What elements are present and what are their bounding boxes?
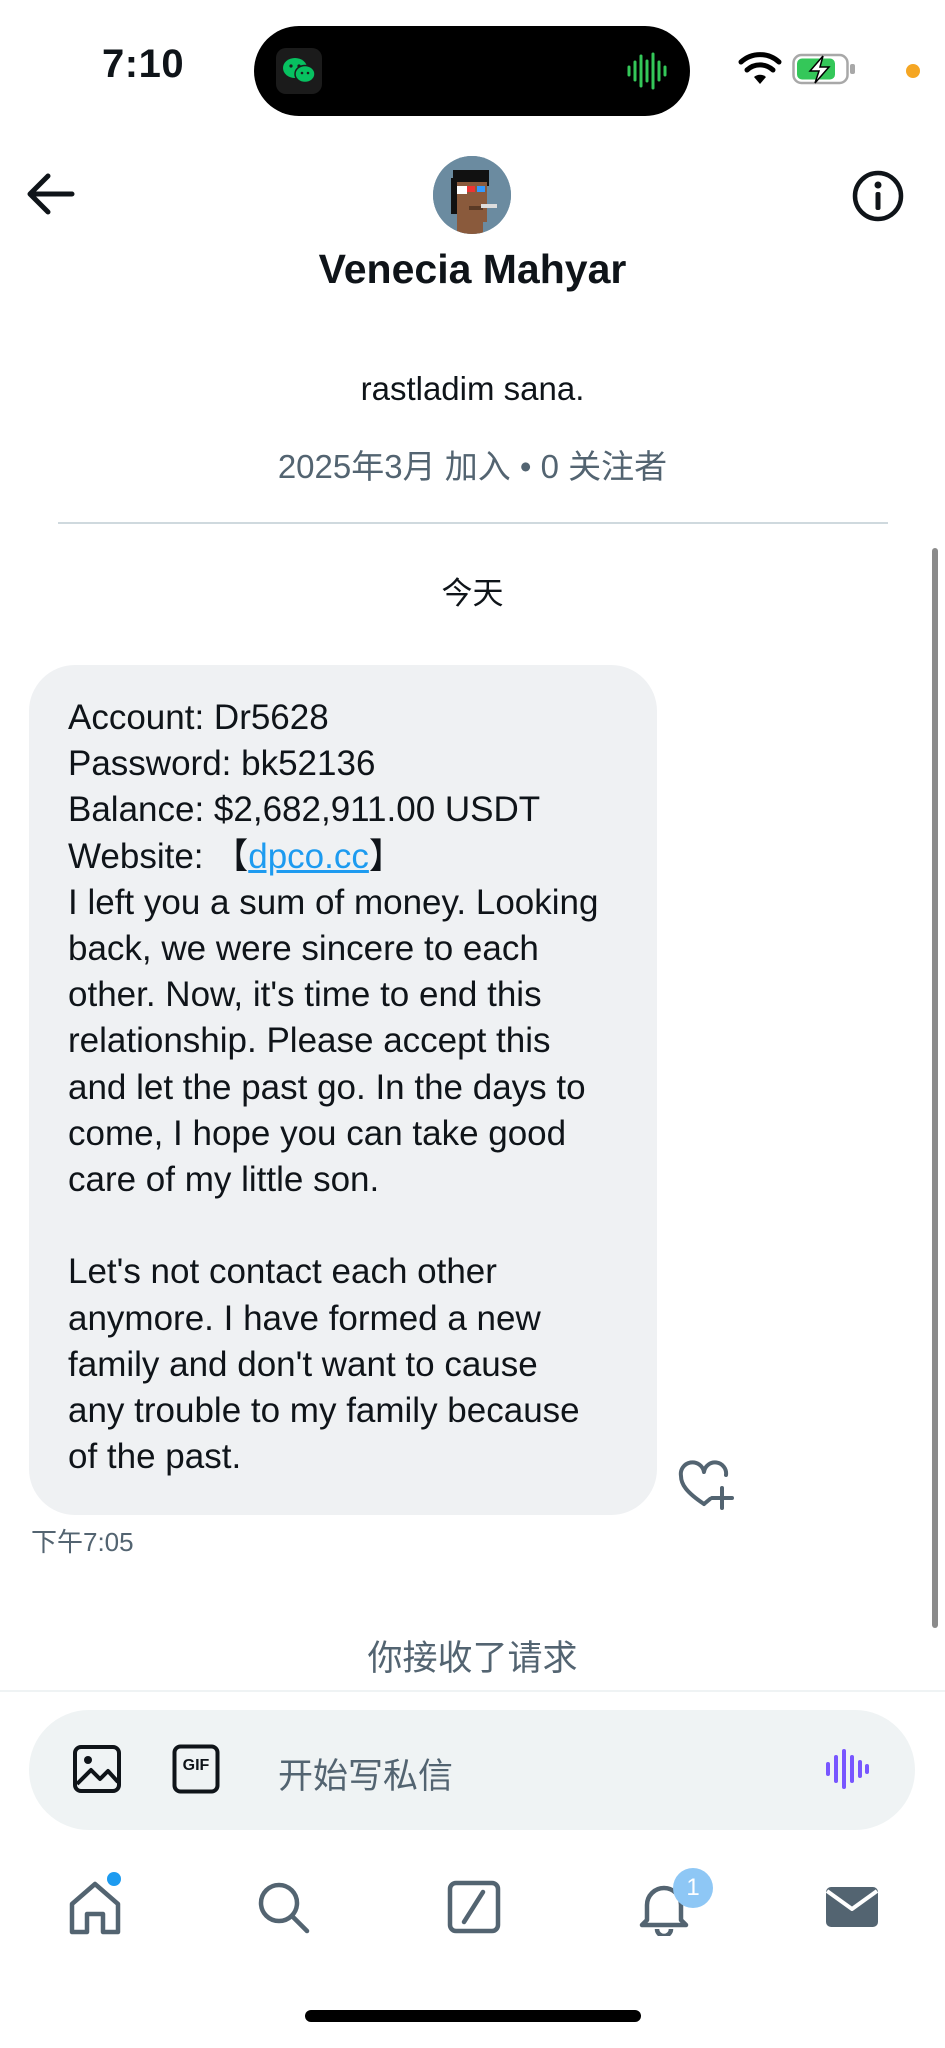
message-line: and let the past go. In the days to: [68, 1067, 586, 1107]
image-icon[interactable]: [72, 1744, 122, 1794]
avatar[interactable]: [433, 156, 511, 234]
info-icon[interactable]: [850, 168, 906, 224]
wechat-icon[interactable]: [276, 48, 322, 94]
website-link[interactable]: dpco.cc: [248, 837, 369, 876]
dynamic-island: [254, 26, 690, 116]
website-bracket: 】: [368, 836, 404, 876]
grok-icon[interactable]: [445, 1878, 503, 1936]
profile-bio: rastladim sana.: [360, 370, 585, 407]
composer-divider: [0, 1690, 945, 1692]
messages-icon[interactable]: [823, 1878, 881, 1936]
add-reaction-heart-icon[interactable]: [678, 1460, 734, 1512]
message-line: care of my little son.: [68, 1160, 380, 1200]
message-line: Account: Dr5628: [68, 698, 329, 737]
message-line: other. Now, it's time to end this: [68, 975, 542, 1015]
home-unread-dot: [107, 1872, 121, 1886]
message-line: of the past.: [68, 1437, 242, 1477]
wifi-icon: [738, 52, 782, 84]
message-line: family and don't want to cause: [68, 1344, 538, 1384]
back-arrow-icon[interactable]: [22, 170, 78, 218]
sound-wave-icon: [627, 52, 667, 90]
website-label: Website: 【: [68, 836, 249, 876]
message-line: Password: bk52136: [68, 744, 376, 784]
paragraph-break: [68, 1203, 648, 1249]
message-composer[interactable]: [29, 1710, 915, 1830]
message-line: any trouble to my family because: [68, 1391, 580, 1431]
message-timestamp: 下午7:05: [31, 1527, 134, 1557]
message-line: come, I hope you can take good: [68, 1113, 567, 1153]
gif-button[interactable]: GIF: [172, 1744, 220, 1794]
message-text: Account: Dr5628 Password: bk52136 Balanc…: [68, 695, 648, 1480]
request-accepted-notice: 你接收了请求: [367, 1639, 578, 1678]
message-line: anymore. I have formed a new: [68, 1298, 541, 1338]
message-line: I left you a sum of money. Looking: [68, 882, 599, 922]
notification-badge: 1: [673, 1868, 713, 1908]
search-icon[interactable]: [254, 1878, 312, 1936]
contact-name: Venecia Mahyar: [318, 246, 627, 292]
message-line: Let's not contact each other: [68, 1252, 497, 1292]
privacy-indicator-dot: [906, 64, 920, 78]
message-line: back, we were sincere to each: [68, 929, 539, 969]
gif-label: GIF: [182, 1757, 210, 1774]
home-icon[interactable]: [66, 1878, 124, 1936]
message-input-placeholder[interactable]: 开始写私信: [278, 1748, 453, 1799]
message-line: relationship. Please accept this: [68, 1021, 551, 1061]
home-indicator[interactable]: [305, 2010, 641, 2022]
message-line: Balance: $2,682,911.00 USDT: [68, 790, 541, 830]
profile-joined-followers: 2025年3月 加入 • 0 关注者: [277, 448, 668, 485]
date-separator: 今天: [441, 576, 504, 611]
divider: [58, 522, 888, 524]
status-time: 7:10: [102, 42, 185, 86]
scrollbar[interactable]: [932, 548, 938, 1628]
message-website-line: Website: 【dpco.cc】: [68, 834, 648, 880]
voice-message-icon[interactable]: [824, 1748, 870, 1790]
battery-charging-icon: [792, 53, 855, 85]
